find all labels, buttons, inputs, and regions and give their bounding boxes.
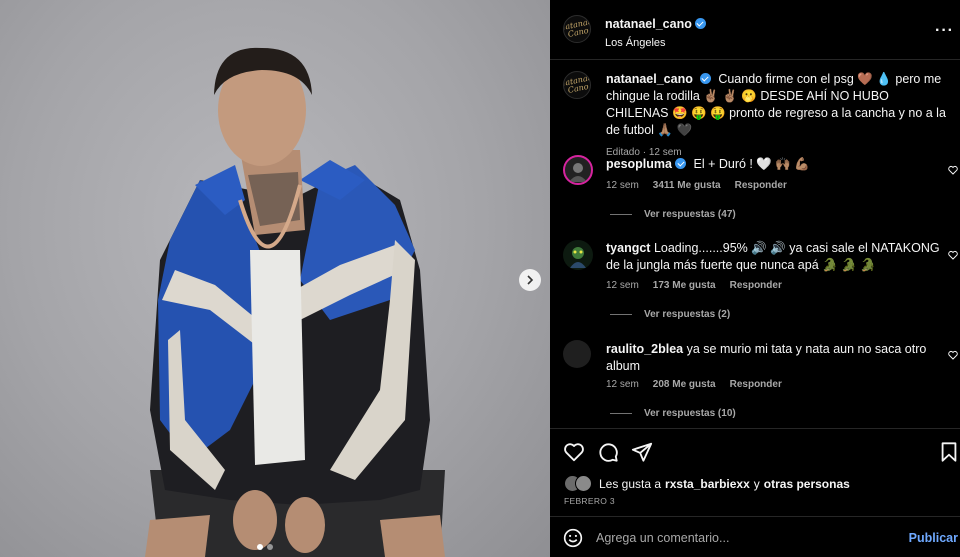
comment-meta: 12 sem 208 Me gusta Responder: [606, 379, 782, 390]
view-replies-button[interactable]: Ver respuestas (2): [610, 309, 730, 320]
author-username[interactable]: natanael_cano: [605, 17, 692, 31]
comment-time[interactable]: 12 sem: [606, 280, 639, 291]
comment-username[interactable]: raulito_2blea: [606, 342, 683, 356]
comment-username[interactable]: tyangct: [606, 241, 650, 255]
comment-text: Loading.......95% 🔊 🔊 ya casi sale el NA…: [606, 241, 940, 272]
comment-input[interactable]: [596, 528, 896, 548]
likes-prefix: Les gusta a: [599, 476, 662, 491]
comment-time[interactable]: 12 sem: [606, 180, 639, 191]
carousel-dot-2[interactable]: [267, 544, 273, 550]
view-replies-button[interactable]: Ver respuestas (47): [610, 209, 736, 220]
caption-username[interactable]: natanael_cano: [606, 72, 693, 86]
comment-text: El + Duró ! 🤍 🙌🏽 💪🏽: [693, 157, 810, 171]
verified-badge-icon: [699, 73, 711, 84]
share-icon[interactable]: [631, 441, 653, 463]
comment-username[interactable]: pesopluma: [606, 157, 672, 171]
verified-badge-icon: [675, 158, 686, 169]
commenter-avatar[interactable]: [563, 340, 591, 368]
comment-meta: 12 sem 173 Me gusta Responder: [606, 280, 782, 291]
emoji-icon[interactable]: [563, 528, 583, 548]
avatar-logo-text: Natanael Cano: [563, 16, 591, 39]
bookmark-icon[interactable]: [938, 441, 960, 463]
author-avatar[interactable]: Natanael Cano: [563, 15, 591, 43]
avatar-image: [570, 247, 586, 268]
liker-avatar[interactable]: [575, 475, 592, 492]
commenter-avatar[interactable]: [563, 240, 593, 270]
comment-heart-icon[interactable]: [948, 165, 958, 175]
avatar-image: [569, 163, 587, 182]
other-likers-link[interactable]: otras personas: [764, 477, 850, 491]
next-slide-button[interactable]: [519, 269, 541, 291]
view-replies-label: Ver respuestas (2): [644, 309, 731, 320]
chevron-right-icon: [527, 275, 534, 285]
verified-badge-icon: [694, 18, 706, 29]
comment-heart-icon[interactable]: [948, 350, 958, 360]
commenter-avatar[interactable]: [563, 155, 593, 185]
comment-heart-icon[interactable]: [948, 250, 958, 260]
comment-body: tyangct Loading.......95% 🔊 🔊 ya casi sa…: [606, 240, 941, 274]
likes-connector: y: [753, 476, 760, 491]
add-comment-bar: Publicar: [550, 516, 960, 557]
view-replies-label: Ver respuestas (47): [644, 209, 736, 220]
author-info: natanael_cano Los Ángeles: [605, 15, 706, 49]
post-photo: [145, 47, 445, 557]
comment-likes[interactable]: 208 Me gusta: [653, 379, 716, 390]
post-location[interactable]: Los Ángeles: [605, 37, 706, 49]
comment-meta: 12 sem 3411 Me gusta Responder: [606, 180, 787, 191]
liker-username[interactable]: rxsta_barbiexx: [665, 477, 750, 491]
post-details-panel: Natanael Cano natanael_cano Los Ángeles …: [550, 0, 960, 557]
comment-body: pesopluma El + Duró ! 🤍 🙌🏽 💪🏽: [606, 156, 941, 173]
likes-summary: Les gusta a rxsta_barbiexx y otras perso…: [564, 475, 850, 492]
post-caption: natanael_cano Cuando firme con el psg 🤎 …: [606, 71, 946, 161]
carousel-dots: [257, 544, 273, 550]
more-icon: ···: [935, 22, 954, 39]
view-replies-label: Ver respuestas (10): [644, 408, 736, 419]
comment-icon[interactable]: [597, 441, 619, 463]
comment-time[interactable]: 12 sem: [606, 379, 639, 390]
comment-body: raulito_2blea ya se murio mi tata y nata…: [606, 341, 941, 375]
more-options-button[interactable]: ···: [935, 22, 954, 40]
caption-avatar[interactable]: Natanael Cano: [563, 71, 591, 99]
reply-button[interactable]: Responder: [735, 180, 787, 191]
comment-likes[interactable]: 3411 Me gusta: [653, 180, 721, 191]
carousel-dot-1[interactable]: [257, 544, 263, 550]
post-header: Natanael Cano natanael_cano Los Ángeles …: [550, 0, 960, 60]
post-date[interactable]: FEBRERO 3: [564, 496, 615, 506]
reply-button[interactable]: Responder: [730, 379, 782, 390]
reply-button[interactable]: Responder: [730, 280, 782, 291]
heart-icon[interactable]: [563, 441, 585, 463]
avatar-logo-text: Natanael Cano: [563, 72, 591, 95]
publish-button[interactable]: Publicar: [909, 531, 958, 545]
view-replies-button[interactable]: Ver respuestas (10): [610, 408, 736, 419]
post-media[interactable]: [0, 0, 550, 557]
comment-likes[interactable]: 173 Me gusta: [653, 280, 716, 291]
